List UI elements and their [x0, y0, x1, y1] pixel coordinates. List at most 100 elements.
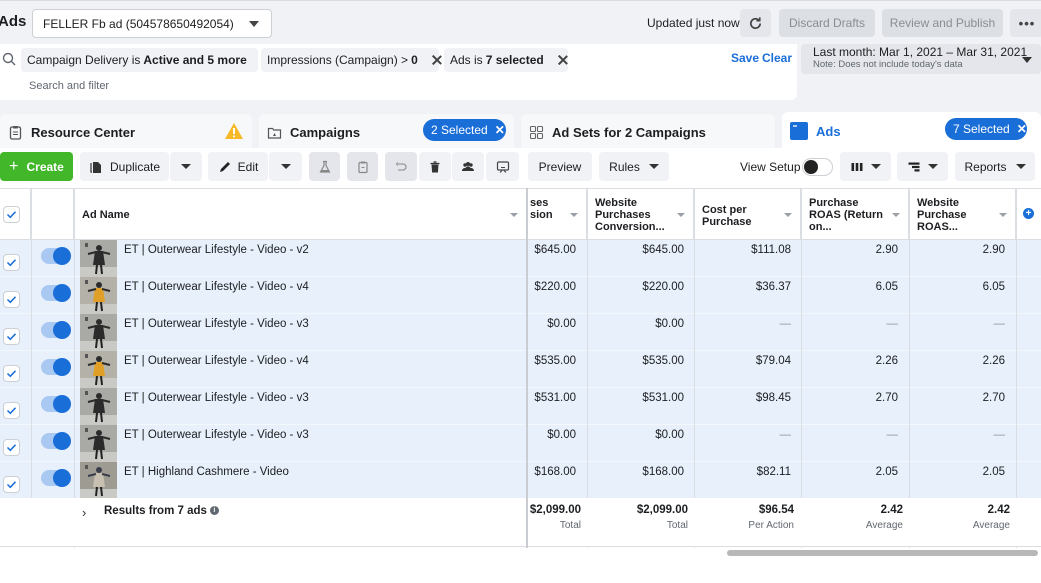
- sort-icon[interactable]: [677, 213, 685, 217]
- row-checkbox[interactable]: [3, 328, 20, 345]
- close-icon[interactable]: ✕: [495, 123, 505, 137]
- filter-chip-impressions[interactable]: Impressions (Campaign) >0: [261, 48, 439, 72]
- row-checkbox[interactable]: [3, 365, 20, 382]
- ad-status-toggle[interactable]: [41, 469, 71, 487]
- edit-button[interactable]: Edit: [208, 152, 268, 181]
- ad-name[interactable]: ET | Outerwear Lifestyle - Video - v3: [124, 392, 309, 404]
- table-row[interactable]: ET | Outerwear Lifestyle - Video - v4 $53…: [0, 351, 1041, 388]
- ad-status-toggle[interactable]: [41, 284, 71, 302]
- preview-button[interactable]: Preview: [528, 152, 592, 181]
- tab-ads[interactable]: Ads 7 Selected ✕: [782, 112, 1041, 150]
- duplicate-button[interactable]: Duplicate: [80, 152, 169, 181]
- ad-account-select[interactable]: FELLER Fb ad (504578650492054): [32, 9, 272, 38]
- column-header-website-purchases-conversion[interactable]: Website Purchases Conversion...: [587, 189, 694, 241]
- column-label: ses sion: [530, 197, 553, 221]
- compare-button[interactable]: [486, 152, 519, 181]
- ad-thumbnail[interactable]: [80, 351, 117, 388]
- ad-thumbnail[interactable]: [80, 277, 117, 314]
- column-divider: [31, 188, 32, 498]
- breakdown-button[interactable]: [897, 152, 948, 181]
- more-options-button[interactable]: •••: [1010, 9, 1041, 37]
- audience-button[interactable]: [452, 152, 484, 181]
- ad-name[interactable]: ET | Outerwear Lifestyle - Video - v4: [124, 355, 309, 367]
- ad-thumbnail[interactable]: [80, 240, 117, 277]
- table-row[interactable]: ET | Outerwear Lifestyle - Video - v3 $53…: [0, 388, 1041, 425]
- row-checkbox[interactable]: [3, 291, 20, 308]
- search-filter-input[interactable]: Search and filter: [29, 80, 109, 92]
- column-header-purchase-roas[interactable]: Purchase ROAS (Return on...: [801, 189, 909, 241]
- campaigns-selected-badge[interactable]: 2 Selected ✕: [423, 119, 506, 141]
- table-row[interactable]: ET | Outerwear Lifestyle - Video - v3 $0.…: [0, 425, 1041, 462]
- ad-status-toggle[interactable]: [41, 321, 71, 339]
- ad-thumbnail[interactable]: [80, 388, 117, 425]
- ad-status-toggle[interactable]: [41, 358, 71, 376]
- undo-button[interactable]: [385, 152, 417, 181]
- column-header-purchases-conversion-value[interactable]: ses sion: [528, 189, 587, 241]
- columns-button[interactable]: [840, 152, 891, 181]
- row-checkbox[interactable]: [3, 254, 20, 271]
- table-row[interactable]: ET | Outerwear Lifestyle - Video - v2 $64…: [0, 240, 1041, 277]
- clear-filter-link[interactable]: Clear: [762, 51, 792, 65]
- tab-campaigns[interactable]: Campaigns 2 Selected ✕: [259, 114, 514, 150]
- clipboard-button[interactable]: [347, 152, 378, 181]
- filter-chip-ads-selected[interactable]: Ads is 7 selected: [444, 48, 568, 72]
- tab-ad-sets[interactable]: Ad Sets for 2 Campaigns: [521, 114, 775, 150]
- sort-icon[interactable]: [892, 213, 900, 217]
- date-range-picker[interactable]: Last month: Mar 1, 2021 – Mar 31, 2021 N…: [801, 44, 1041, 74]
- refresh-button[interactable]: [740, 9, 771, 37]
- toggle-knob: [53, 284, 71, 302]
- rules-button[interactable]: Rules: [599, 152, 669, 181]
- review-publish-button[interactable]: Review and Publish: [882, 9, 1003, 37]
- ad-thumbnail[interactable]: [80, 462, 117, 499]
- horizontal-scrollbar[interactable]: [727, 550, 1038, 556]
- select-all-checkbox[interactable]: [3, 206, 20, 223]
- save-filter-link[interactable]: Save: [731, 51, 759, 65]
- column-header-website-purchase-roas[interactable]: Website Purchase ROAS...: [909, 189, 1016, 241]
- sort-icon[interactable]: [570, 213, 578, 217]
- filter-chip-campaign-delivery[interactable]: Campaign Delivery is Active and 5 more: [21, 48, 258, 72]
- chevron-down-icon: [1015, 164, 1026, 169]
- view-setup-toggle[interactable]: [802, 158, 833, 176]
- tab-label: Ads: [816, 123, 841, 139]
- ad-status-toggle[interactable]: [41, 395, 71, 413]
- ad-name[interactable]: ET | Outerwear Lifestyle - Video - v2: [124, 244, 309, 256]
- info-icon[interactable]: i: [209, 506, 219, 516]
- ad-thumbnail[interactable]: [80, 314, 117, 351]
- website-purchases-cell: $0.00: [655, 318, 684, 330]
- add-column-icon[interactable]: +: [1023, 208, 1034, 219]
- ad-name[interactable]: ET | Outerwear Lifestyle - Video - v4: [124, 281, 309, 293]
- ad-status-toggle[interactable]: [41, 247, 71, 265]
- ad-thumbnail[interactable]: [80, 425, 117, 462]
- discard-drafts-button[interactable]: Discard Drafts: [779, 9, 875, 37]
- purchases-conversion-value-cell: $220.00: [534, 281, 576, 293]
- duplicate-dropdown[interactable]: [170, 152, 202, 181]
- sort-icon[interactable]: [784, 213, 792, 217]
- website-purchases-cell: $531.00: [642, 392, 684, 404]
- close-icon[interactable]: [558, 55, 560, 65]
- sort-icon[interactable]: [999, 213, 1007, 217]
- column-header-cost-per-purchase[interactable]: Cost per Purchase: [694, 189, 801, 241]
- edit-dropdown[interactable]: [269, 152, 302, 181]
- delete-button[interactable]: [419, 152, 451, 181]
- chevron-right-icon[interactable]: ›: [82, 505, 86, 520]
- ad-name[interactable]: ET | Outerwear Lifestyle - Video - v3: [124, 318, 309, 330]
- tab-resource-center[interactable]: Resource Center: [0, 114, 252, 150]
- row-checkbox[interactable]: [3, 476, 20, 493]
- sort-icon[interactable]: [510, 213, 518, 217]
- table-row[interactable]: ET | Outerwear Lifestyle - Video - v3 $0.…: [0, 314, 1041, 351]
- column-header-ad-name[interactable]: Ad Name: [74, 189, 528, 241]
- row-checkbox[interactable]: [3, 402, 20, 419]
- row-checkbox[interactable]: [3, 439, 20, 456]
- table-row[interactable]: ET | Outerwear Lifestyle - Video - v4 $22…: [0, 277, 1041, 314]
- ab-test-button[interactable]: [309, 152, 340, 181]
- reports-button[interactable]: Reports: [955, 152, 1035, 181]
- ad-status-toggle[interactable]: [41, 432, 71, 450]
- create-button[interactable]: + Create: [0, 152, 73, 181]
- ads-selected-badge[interactable]: 7 Selected ✕: [945, 118, 1027, 140]
- ad-name[interactable]: ET | Highland Cashmere - Video: [124, 466, 289, 478]
- ad-name[interactable]: ET | Outerwear Lifestyle - Video - v3: [124, 429, 309, 441]
- table-row[interactable]: ET | Highland Cashmere - Video $168.00 $16…: [0, 462, 1041, 499]
- website-purchases-cell: $645.00: [642, 244, 684, 256]
- results-text: Results from 7 ads: [104, 505, 207, 517]
- close-icon[interactable]: ✕: [1017, 122, 1027, 136]
